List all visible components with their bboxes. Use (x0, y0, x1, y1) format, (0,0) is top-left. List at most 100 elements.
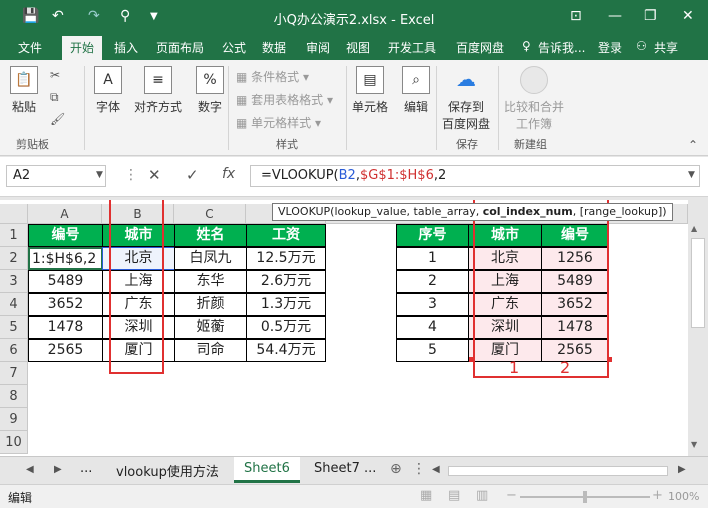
format-painter-icon[interactable]: 🖌 (50, 112, 65, 126)
collapse-ribbon-icon[interactable]: ⌃ (688, 138, 698, 152)
table-header[interactable]: 序号 (396, 224, 469, 247)
table-format-button[interactable]: ▦ 套用表格格式 ▾ (236, 91, 333, 108)
column-index-label-1: 1 (509, 358, 520, 377)
hscroll-right-icon[interactable]: ▶ (678, 464, 686, 475)
sign-in[interactable]: 登录 (598, 39, 622, 56)
tab-insert[interactable]: 插入 (114, 39, 138, 56)
table-cell[interactable]: 54.4万元 (246, 339, 326, 362)
table-cell[interactable]: 2 (396, 270, 469, 293)
compare-merge-button[interactable]: 比较和合并 工作簿 (504, 66, 564, 132)
table-header[interactable]: 编号 (28, 224, 103, 247)
copy-icon[interactable]: ⧉ (50, 90, 59, 105)
table-cell[interactable]: 4 (396, 316, 469, 339)
row-header[interactable]: 8 (0, 385, 28, 408)
table-header[interactable]: 姓名 (174, 224, 247, 247)
row-header[interactable]: 7 (0, 362, 28, 385)
hscroll-left-icon[interactable]: ◀ (432, 464, 440, 475)
formula-input[interactable]: =VLOOKUP(B2,$G$1:$H$6,2 (250, 165, 700, 187)
row-header[interactable]: 1 (0, 224, 28, 247)
table-cell[interactable]: 东华 (174, 270, 247, 293)
horizontal-scrollbar[interactable] (448, 466, 668, 476)
table-cell[interactable]: 3 (396, 293, 469, 316)
table-cell[interactable]: 司命 (174, 339, 247, 362)
fx-icon[interactable]: fx (222, 166, 235, 182)
table-cell[interactable]: 2565 (28, 339, 103, 362)
tab-baidu[interactable]: 百度网盘 (456, 39, 504, 56)
number-button[interactable]: % 数字 (196, 66, 224, 115)
save-to-baidu-button[interactable]: ☁ 保存到 百度网盘 (442, 66, 490, 132)
table-cell[interactable]: 1.3万元 (246, 293, 326, 316)
enter-icon[interactable]: ✓ (186, 166, 199, 184)
scroll-thumb[interactable] (691, 238, 705, 328)
table-cell[interactable]: 5 (396, 339, 469, 362)
row-header[interactable]: 3 (0, 270, 28, 293)
alignment-button[interactable]: ≡ 对齐方式 (134, 66, 182, 115)
table-cell[interactable]: 0.5万元 (246, 316, 326, 339)
zoom-out-icon[interactable]: − (506, 488, 517, 503)
table-cell[interactable]: 1 (396, 247, 469, 270)
sheet-overflow-left[interactable]: ... (80, 461, 92, 476)
table-cell[interactable]: 折颜 (174, 293, 247, 316)
next-sheet-icon[interactable]: ▶ (54, 464, 62, 475)
cancel-icon[interactable]: ✕ (148, 166, 161, 184)
sheet-tab-active[interactable]: Sheet6 (234, 457, 300, 483)
tab-page-layout[interactable]: 页面布局 (156, 39, 204, 56)
vertical-scrollbar[interactable]: ▲ ▼ (688, 218, 708, 456)
sheet-tab-sheet7[interactable]: Sheet7 (314, 461, 360, 476)
name-box-chevron-icon[interactable]: ▼ (96, 170, 103, 180)
cut-icon[interactable]: ✂ (50, 68, 60, 82)
row-header[interactable]: 2 (0, 247, 28, 270)
row-header[interactable]: 6 (0, 339, 28, 362)
cell-style-button[interactable]: ▦ 单元格样式 ▾ (236, 114, 321, 131)
zoom-slider-thumb[interactable] (583, 491, 587, 503)
close-button[interactable]: ✕ (682, 8, 694, 24)
zoom-level[interactable]: 100% (668, 490, 699, 503)
minimize-button[interactable]: — (608, 8, 622, 24)
tab-view[interactable]: 视图 (346, 39, 370, 56)
row-header[interactable]: 10 (0, 431, 28, 454)
edit-button[interactable]: ⌕ 编辑 (402, 66, 430, 115)
table-cell[interactable]: 姬蘅 (174, 316, 247, 339)
tab-data[interactable]: 数据 (262, 39, 286, 56)
name-box[interactable]: A2 (6, 165, 106, 187)
tab-home[interactable]: 开始 (62, 36, 103, 60)
row-header[interactable]: 5 (0, 316, 28, 339)
sheet-tab-vlookup[interactable]: vlookup使用方法 (116, 461, 219, 480)
tab-review[interactable]: 审阅 (306, 39, 330, 56)
scroll-down-icon[interactable]: ▼ (691, 440, 697, 449)
normal-view-icon[interactable]: ▦ (420, 488, 432, 503)
column-header-a[interactable]: A (28, 204, 102, 224)
tab-splitter-icon[interactable]: ⋮ (412, 461, 426, 477)
page-layout-icon[interactable]: ▤ (448, 488, 460, 503)
tab-developer[interactable]: 开发工具 (388, 39, 436, 56)
share-button[interactable]: 共享 (654, 39, 678, 56)
column-header-c[interactable]: C (174, 204, 246, 224)
expand-formula-icon[interactable]: ▼ (688, 170, 695, 180)
ribbon-display-icon[interactable]: ⊡ (570, 8, 582, 24)
cells-button[interactable]: ▤ 单元格 (352, 66, 388, 115)
table-cell[interactable]: 白凤九 (174, 247, 247, 270)
select-all-corner[interactable] (0, 204, 28, 224)
conditional-format-button[interactable]: ▦ 条件格式 ▾ (236, 68, 309, 85)
scroll-up-icon[interactable]: ▲ (691, 224, 697, 233)
table-cell[interactable]: 2.6万元 (246, 270, 326, 293)
table-cell[interactable]: 3652 (28, 293, 103, 316)
restore-button[interactable]: ❐ (644, 8, 657, 24)
prev-sheet-icon[interactable]: ◀ (26, 464, 34, 475)
table-cell[interactable]: 1478 (28, 316, 103, 339)
paste-button[interactable]: 📋 粘贴 (10, 66, 38, 115)
tell-me[interactable]: 告诉我... (538, 39, 585, 56)
tab-formulas[interactable]: 公式 (222, 39, 246, 56)
add-sheet-icon[interactable]: ⊕ (390, 461, 402, 477)
row-header[interactable]: 9 (0, 408, 28, 431)
table-cell[interactable]: 12.5万元 (246, 247, 326, 270)
active-cell[interactable]: 1:$H$6,2 (28, 247, 103, 270)
table-header[interactable]: 工资 (246, 224, 326, 247)
font-button[interactable]: A 字体 (94, 66, 122, 115)
page-break-icon[interactable]: ▥ (476, 488, 488, 503)
zoom-in-icon[interactable]: + (652, 488, 663, 503)
tab-file[interactable]: 文件 (18, 39, 42, 56)
table-cell[interactable]: 5489 (28, 270, 103, 293)
row-header[interactable]: 4 (0, 293, 28, 316)
sheet-overflow-right[interactable]: ... (364, 461, 376, 476)
